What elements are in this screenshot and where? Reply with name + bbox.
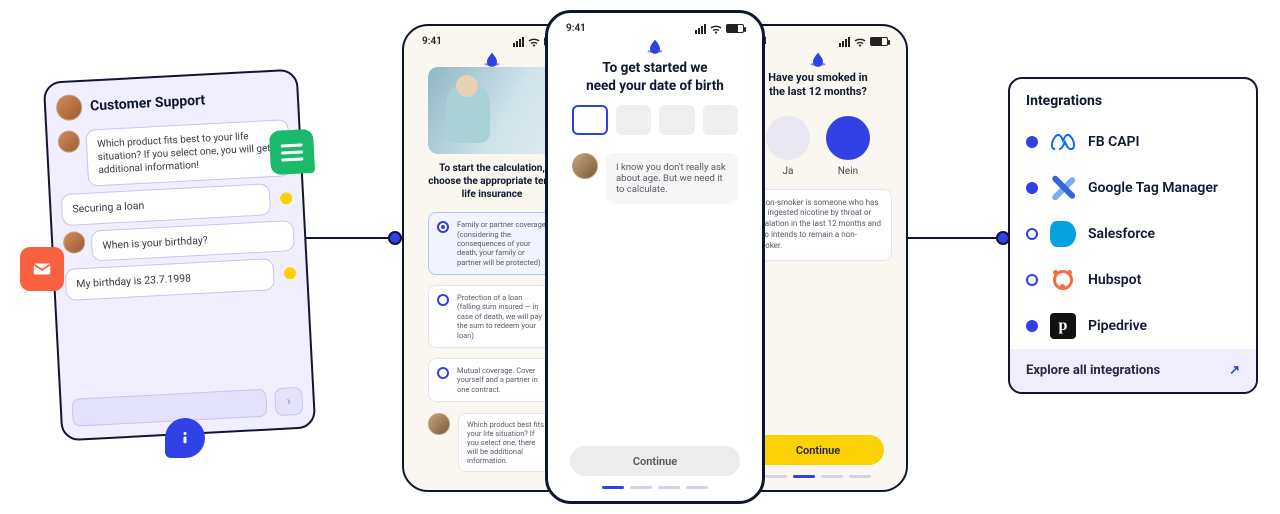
chat-input[interactable] xyxy=(71,389,267,427)
phone-title: To start the calculation, choose the app… xyxy=(424,162,560,207)
meta-icon xyxy=(1050,129,1076,155)
signal-icon xyxy=(695,24,706,34)
assistant-note: I know you don't really ask about age. B… xyxy=(606,153,738,204)
info-bubble-icon xyxy=(165,418,205,458)
radio-icon xyxy=(437,294,449,306)
avatar xyxy=(63,231,86,254)
brand-drop-icon xyxy=(808,51,828,67)
integration-item-salesforce[interactable]: Salesforce xyxy=(1010,211,1256,257)
date-field[interactable] xyxy=(616,105,652,135)
integration-item-fbcapi[interactable]: FB CAPI xyxy=(1010,119,1256,165)
product-option[interactable]: Protection of a loan (falling sum insure… xyxy=(428,285,556,348)
send-button[interactable]: › xyxy=(274,387,303,416)
status-dot-icon xyxy=(1026,320,1038,332)
salesforce-icon xyxy=(1050,221,1076,247)
assistant-note: Which product best fits your life situat… xyxy=(458,413,556,472)
status-dot-icon xyxy=(1026,228,1038,240)
continue-button[interactable]: Continue xyxy=(752,435,884,465)
bot-message: Which product fits best to your life sit… xyxy=(85,119,291,187)
avatar xyxy=(55,94,82,121)
phone-screen-dob: 9:41 To get started we need your date of… xyxy=(545,10,765,504)
date-field[interactable] xyxy=(659,105,695,135)
signal-icon xyxy=(839,37,850,47)
chat-panel: Customer Support Which product fits best… xyxy=(43,69,316,442)
integration-label: Pipedrive xyxy=(1088,318,1147,334)
choice-no[interactable]: Nein xyxy=(826,116,870,177)
integration-item-hubspot[interactable]: Hubspot xyxy=(1010,257,1256,303)
product-option[interactable]: Family or partner coverage (considering … xyxy=(428,212,556,275)
hubspot-icon xyxy=(1050,267,1076,293)
status-dot-icon xyxy=(1026,274,1038,286)
signal-icon xyxy=(513,37,524,47)
wifi-icon xyxy=(710,24,722,34)
radio-icon xyxy=(437,367,449,379)
integration-label: Salesforce xyxy=(1088,226,1155,242)
status-icons xyxy=(695,24,744,34)
status-dot-icon xyxy=(1026,136,1038,148)
integrations-panel: Integrations FB CAPI Google Tag Manager … xyxy=(1008,77,1258,394)
panel-title: Integrations xyxy=(1010,79,1256,119)
chat-channel-icon xyxy=(269,129,315,175)
info-note: A non-smoker is someone who has not inge… xyxy=(744,189,892,261)
phone-title: To get started we need your date of birt… xyxy=(556,54,754,105)
status-dot-icon xyxy=(1026,182,1038,194)
wifi-icon xyxy=(854,37,866,47)
date-input-group xyxy=(556,105,754,145)
user-reply[interactable]: Securing a loan xyxy=(61,183,271,226)
integration-item-gtm[interactable]: Google Tag Manager xyxy=(1010,165,1256,211)
wifi-icon xyxy=(528,37,540,47)
continue-button[interactable]: Continue xyxy=(570,446,740,476)
date-field[interactable] xyxy=(572,105,608,135)
mail-icon xyxy=(20,247,64,291)
integration-label: Hubspot xyxy=(1088,272,1141,288)
date-field[interactable] xyxy=(703,105,739,135)
brand-drop-icon xyxy=(482,51,502,67)
avatar xyxy=(57,130,80,153)
chat-header: Customer Support xyxy=(55,83,287,121)
battery-icon xyxy=(870,37,888,46)
status-time: 9:41 xyxy=(422,36,442,47)
user-reply[interactable]: My birthday is 23.7.1998 xyxy=(65,258,275,301)
integration-label: FB CAPI xyxy=(1088,134,1140,150)
hero-image xyxy=(428,67,556,154)
integration-item-pipedrive[interactable]: p Pipedrive xyxy=(1010,303,1256,349)
gtm-icon xyxy=(1050,175,1076,201)
pager xyxy=(556,486,754,489)
explore-integrations-link[interactable]: Explore all integrations ↗ xyxy=(1010,349,1256,392)
avatar xyxy=(428,413,450,435)
battery-icon xyxy=(726,24,744,33)
status-icons xyxy=(839,37,888,47)
status-time: 9:41 xyxy=(566,23,586,34)
integration-label: Google Tag Manager xyxy=(1088,180,1218,196)
bot-message: When is your birthday? xyxy=(91,220,295,262)
avatar xyxy=(572,153,598,179)
status-dot-icon xyxy=(280,192,293,205)
pipedrive-icon: p xyxy=(1050,313,1076,339)
arrow-icon: ↗ xyxy=(1229,363,1240,378)
brand-drop-icon xyxy=(645,38,665,54)
status-dot-icon xyxy=(284,267,297,280)
radio-icon xyxy=(437,221,449,233)
product-option[interactable]: Mutual coverage. Cover yourself and a pa… xyxy=(428,358,556,402)
chat-title: Customer Support xyxy=(90,92,206,114)
choice-yes[interactable]: Ja xyxy=(766,116,810,177)
